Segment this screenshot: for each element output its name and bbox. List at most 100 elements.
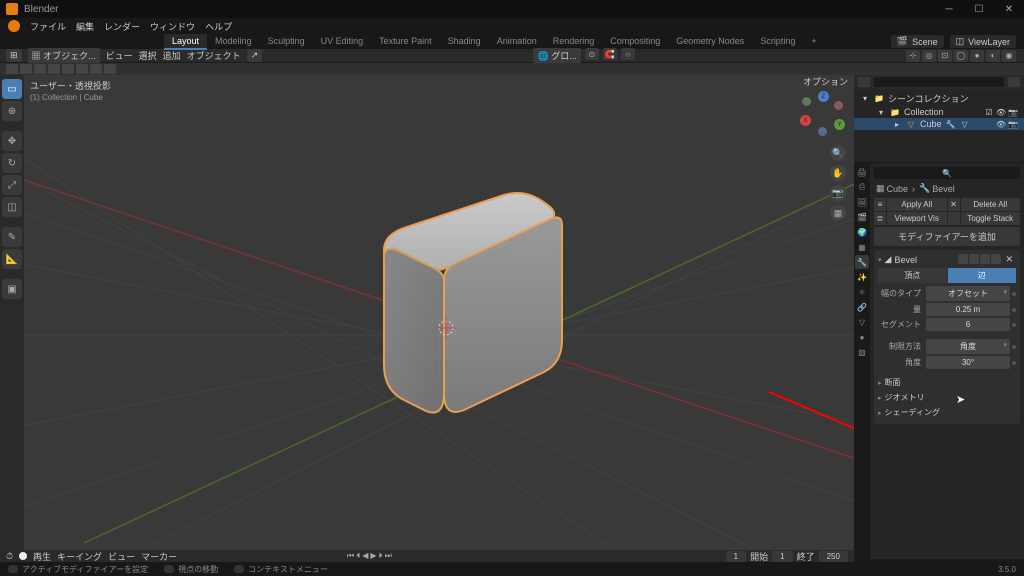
anim-dot[interactable] [1012, 292, 1016, 296]
breadcrumb-object[interactable]: ▦ Cube [876, 183, 908, 194]
orientation-icon[interactable]: ↗ [247, 49, 263, 62]
axis-neg-icon[interactable] [834, 101, 843, 110]
shading-wireframe-icon[interactable]: ◯ [954, 50, 968, 62]
tool-move[interactable]: ✥ [2, 131, 22, 151]
axis-y-icon[interactable]: Y [834, 119, 845, 130]
pivot-icon[interactable]: ⊙ [585, 48, 599, 60]
width-type-dropdown[interactable]: オフセット▾ [926, 286, 1010, 301]
tab-texture-icon[interactable]: ▨ [855, 345, 869, 359]
workspace-modeling[interactable]: Modeling [207, 34, 260, 49]
tool-icon[interactable] [48, 64, 60, 74]
amount-field[interactable]: 0.25 m [926, 303, 1010, 316]
shading-solid-icon[interactable]: ● [970, 50, 984, 62]
tab-render-icon[interactable]: 🖨 [855, 165, 869, 179]
overlay-toggle-icon[interactable]: ◎ [922, 50, 936, 62]
angle-field[interactable]: 30° [926, 356, 1010, 369]
scene-selector[interactable]: 🎬 Scene [891, 35, 944, 48]
tool-icon[interactable] [76, 64, 88, 74]
mesh-data-icon[interactable]: ▽ [960, 119, 970, 129]
pan-icon[interactable]: ✋ [830, 165, 846, 181]
timeline-keying-menu[interactable]: キーイング [57, 550, 102, 563]
filter-icon[interactable] [1008, 77, 1020, 87]
tool-select-box[interactable]: ▭ [2, 79, 22, 99]
modifier-name[interactable]: Bevel [894, 255, 917, 265]
select-box-icon[interactable] [6, 64, 18, 74]
segments-field[interactable]: 6 [926, 318, 1010, 331]
modifier-icon[interactable]: 🔧 [946, 119, 956, 129]
gizmo-toggle-icon[interactable]: ⊹ [906, 50, 920, 62]
chevron-down-icon[interactable]: ▾ [876, 107, 886, 117]
anim-dot[interactable] [1012, 361, 1016, 365]
menu-add[interactable]: 追加 [163, 49, 181, 62]
workspace-sculpting[interactable]: Sculpting [260, 34, 313, 49]
workspace-geometry[interactable]: Geometry Nodes [668, 34, 752, 49]
axis-z-icon[interactable]: Z [818, 91, 829, 102]
tool-measure[interactable]: 📐 [2, 249, 22, 269]
axis-neg-icon[interactable] [818, 127, 827, 136]
workspace-scripting[interactable]: Scripting [752, 34, 803, 49]
viewlayer-selector[interactable]: ◫ ViewLayer [950, 35, 1016, 48]
tab-viewlayer-icon[interactable]: 🖼 [855, 195, 869, 209]
start-frame[interactable]: 1 [772, 551, 792, 562]
apply-all-button[interactable]: Apply All [887, 198, 947, 211]
chevron-right-icon[interactable]: ▸ [892, 119, 902, 129]
transform-orientation[interactable]: 🌐 グロ... [533, 48, 580, 63]
expander-shading[interactable]: ▸シェーディング [878, 405, 1016, 420]
workspace-uv[interactable]: UV Editing [313, 34, 372, 49]
menu-edit[interactable]: 編集 [76, 20, 94, 33]
shading-rendered-icon[interactable]: ◉ [1002, 50, 1016, 62]
timeline-play-menu[interactable]: 再生 [33, 550, 51, 563]
mod-menu-icon[interactable] [991, 254, 1001, 264]
tab-scene-icon[interactable]: 🎬 [855, 210, 869, 224]
tool-icon[interactable] [90, 64, 102, 74]
render-icon[interactable]: 📷 [1008, 119, 1018, 129]
zoom-icon[interactable]: 🔍 [830, 145, 846, 161]
tab-constraints-icon[interactable]: 🔗 [855, 300, 869, 314]
editor-type-icon[interactable]: ⊞ [6, 49, 22, 62]
tool-transform[interactable]: ◫ [2, 197, 22, 217]
viewport-3d[interactable]: ユーザー・透視投影 (1) Collection | Cube オプション [24, 75, 854, 559]
end-frame[interactable]: 250 [819, 551, 848, 562]
play-icon[interactable]: ▶ [370, 551, 376, 561]
timeline-editor-icon[interactable]: ⏱ [6, 551, 13, 562]
jump-end-icon[interactable]: ⏭ [385, 551, 392, 561]
menu-select[interactable]: 選択 [139, 49, 157, 62]
tool-icon[interactable] [34, 64, 46, 74]
tab-data-icon[interactable]: ▽ [855, 315, 869, 329]
mod-realtime-toggle[interactable] [969, 254, 979, 264]
tool-icon[interactable] [20, 64, 32, 74]
outliner-scene-collection[interactable]: ▾ 📁 シーンコレクション [854, 91, 1024, 106]
timeline-marker-menu[interactable]: マーカー [141, 550, 177, 563]
tool-icon[interactable] [104, 64, 116, 74]
properties-search[interactable]: 🔍 [874, 167, 1020, 179]
workspace-add[interactable]: + [803, 34, 824, 49]
keyframe-prev-icon[interactable]: ⏴ [356, 551, 360, 561]
outliner-collection[interactable]: ▾ 📁 Collection ☑ 👁 📷 [854, 106, 1024, 118]
workspace-shading[interactable]: Shading [440, 34, 489, 49]
tool-add-cube[interactable]: ▣ [2, 279, 22, 299]
menu-view[interactable]: ビュー [106, 49, 133, 62]
eye-icon[interactable]: 👁 [996, 107, 1006, 117]
chevron-down-icon[interactable]: ▾ [878, 256, 882, 264]
mod-render-toggle[interactable] [980, 254, 990, 264]
collapse-all-icon[interactable]: ≣ [874, 212, 886, 225]
toggle-stack-button[interactable]: Toggle Stack [961, 212, 1021, 225]
menu-help[interactable]: ヘルプ [205, 20, 232, 33]
tab-output-icon[interactable]: ⎙ [855, 180, 869, 194]
tool-cursor[interactable]: ⊕ [2, 101, 22, 121]
expand-all-icon[interactable]: ≡ [874, 198, 886, 211]
tab-particles-icon[interactable]: ✨ [855, 270, 869, 284]
tab-physics-icon[interactable]: ⚛ [855, 285, 869, 299]
minimize-button[interactable]: ─ [934, 0, 964, 18]
tool-rotate[interactable]: ↻ [2, 153, 22, 173]
render-icon[interactable]: 📷 [1008, 107, 1018, 117]
anim-dot[interactable] [1012, 323, 1016, 327]
maximize-button[interactable]: ☐ [964, 0, 994, 18]
snap-icon[interactable]: 🧲 [603, 48, 617, 60]
cube-object[interactable] [304, 165, 584, 445]
outliner-display-icon[interactable] [858, 77, 870, 87]
camera-view-icon[interactable]: 📷 [830, 185, 846, 201]
eye-icon[interactable]: 👁 [996, 119, 1006, 129]
mode-selector[interactable]: ▦ オブジェク... [28, 48, 100, 63]
current-frame[interactable]: 1 [726, 551, 746, 562]
